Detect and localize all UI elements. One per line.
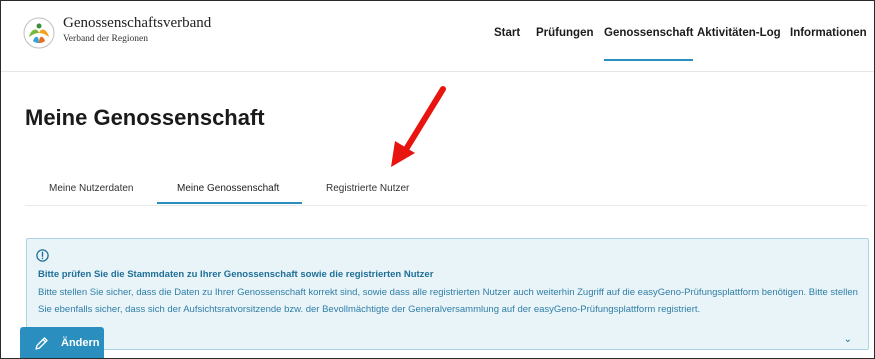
annotation-arrow: [391, 86, 446, 167]
brand-logo: [23, 17, 55, 49]
main-nav: Start Prüfungen Genossenschaft Aktivität…: [494, 27, 874, 71]
nav-informationen[interactable]: Informationen: [790, 27, 867, 39]
tab-meine-genossenschaft[interactable]: Meine Genossenschaft: [177, 183, 279, 194]
page-title: Meine Genossenschaft: [25, 105, 265, 130]
exclamation-circle-icon: [36, 249, 49, 262]
tab-bar: Meine Nutzerdaten Meine Genossenschaft R…: [25, 171, 867, 206]
brand-name: Genossenschaftsverband: [63, 15, 212, 31]
tab-registrierte-nutzer[interactable]: Registrierte Nutzer: [326, 183, 409, 194]
nav-aktivitaeten-log[interactable]: Aktivitäten-Log: [697, 27, 781, 39]
info-alert: Bitte prüfen Sie die Stammdaten zu Ihrer…: [26, 238, 869, 350]
info-text: Bitte stellen Sie sicher, dass die Daten…: [38, 287, 858, 315]
active-tab-indicator: [157, 202, 302, 204]
tab-meine-nutzerdaten[interactable]: Meine Nutzerdaten: [49, 183, 134, 194]
nav-pruefungen[interactable]: Prüfungen: [536, 27, 594, 39]
edit-button[interactable]: Ändern: [20, 327, 104, 358]
nav-genossenschaft[interactable]: Genossenschaft: [604, 27, 694, 61]
brand-subtitle: Verband der Regionen: [63, 34, 148, 44]
info-heading: Bitte prüfen Sie die Stammdaten zu Ihrer…: [38, 269, 434, 280]
edit-button-label: Ändern: [61, 337, 100, 349]
nav-start[interactable]: Start: [494, 27, 520, 39]
app-window: Genossenschaftsverband Verband der Regio…: [0, 0, 875, 359]
top-header: Genossenschaftsverband Verband der Regio…: [1, 1, 874, 72]
chevron-down-icon[interactable]: ⌄: [844, 334, 852, 345]
pencil-icon: [35, 337, 48, 350]
